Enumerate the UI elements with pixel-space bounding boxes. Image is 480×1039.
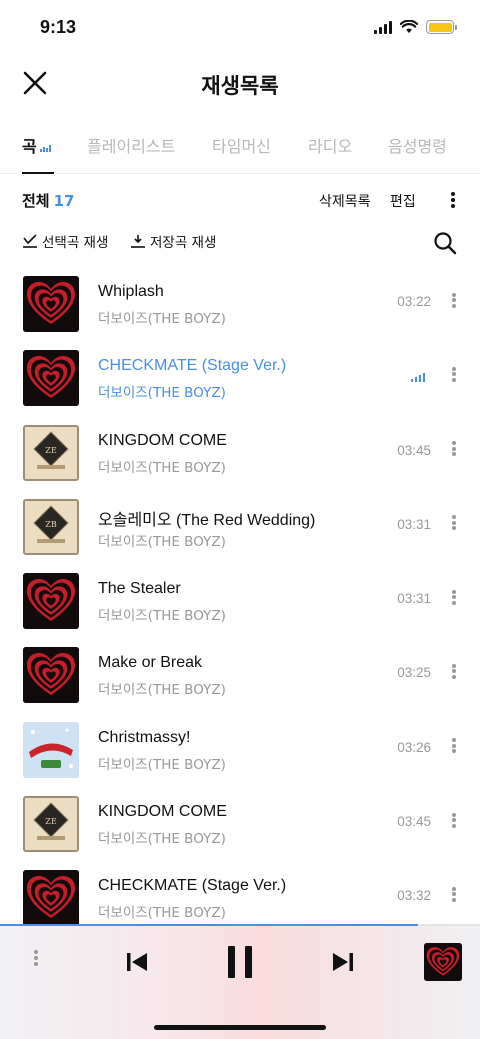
album-art	[23, 721, 79, 778]
more-options-icon[interactable]	[448, 662, 460, 686]
album-art: ZE	[23, 796, 79, 853]
song-duration: 03:45	[397, 442, 431, 458]
song-duration: 03:26	[397, 739, 431, 755]
deleted-list-button[interactable]: 삭제목록	[319, 191, 371, 211]
play-selected-label: 선택곡 재생	[42, 235, 109, 251]
song-artist: 더보이즈(THE BOYZ)	[98, 831, 226, 848]
song-row[interactable]: ZE KINGDOM COME 더보이즈(THE BOYZ) 03:45	[0, 786, 480, 860]
svg-text:ZE: ZE	[45, 446, 57, 455]
action-row: 선택곡 재생 저장곡 재생	[0, 228, 480, 258]
previous-track-icon[interactable]	[124, 949, 150, 975]
song-artist: 더보이즈(THE BOYZ)	[98, 756, 226, 773]
song-row[interactable]: Christmassy! 더보이즈(THE BOYZ) 03:26	[0, 712, 480, 786]
song-title: KINGDOM COME	[98, 803, 227, 821]
song-title: 오솔레미오 (The Red Wedding)	[98, 511, 316, 529]
tab-songs[interactable]: 곡	[22, 133, 51, 157]
now-playing-equalizer-icon	[411, 372, 425, 383]
download-play-icon	[131, 235, 145, 248]
more-options-icon[interactable]	[448, 737, 460, 761]
more-options-icon[interactable]	[448, 885, 460, 909]
album-art: ZB	[23, 498, 79, 555]
song-duration: 03:25	[397, 665, 431, 681]
total-label: 전체	[22, 192, 50, 210]
song-row[interactable]: CHECKMATE (Stage Ver.) 더보이즈(THE BOYZ)	[0, 340, 480, 414]
song-row[interactable]: ZE KINGDOM COME 더보이즈(THE BOYZ) 03:45	[0, 415, 480, 489]
more-options-icon[interactable]	[448, 440, 460, 464]
pause-icon[interactable]	[224, 942, 256, 982]
song-list: Whiplash 더보이즈(THE BOYZ) 03:22 CHECKMATE (St…	[0, 266, 480, 926]
song-duration: 03:31	[397, 591, 431, 607]
song-artist: 더보이즈(THE BOYZ)	[98, 682, 226, 699]
song-duration: 03:31	[397, 516, 431, 532]
tab-bar: 곡 플레이리스트 타임머신 라디오 음성명령	[0, 128, 480, 174]
svg-text:ZE: ZE	[45, 817, 57, 826]
search-icon[interactable]	[432, 230, 458, 256]
song-row[interactable]: Make or Break 더보이즈(THE BOYZ) 03:25	[0, 637, 480, 711]
tab-voice-command[interactable]: 음성명령	[388, 133, 447, 157]
home-indicator	[154, 1025, 326, 1030]
player-bar	[0, 926, 480, 1039]
edit-button[interactable]: 편집	[390, 191, 416, 211]
song-row[interactable]: The Stealer 더보이즈(THE BOYZ) 03:31	[0, 563, 480, 637]
next-track-icon[interactable]	[330, 949, 356, 975]
album-art: ZE	[23, 424, 79, 481]
album-art	[23, 350, 79, 407]
svg-text:ZB: ZB	[45, 520, 57, 529]
song-artist: 더보이즈(THE BOYZ)	[98, 905, 226, 922]
song-row[interactable]: ZB 오솔레미오 (The Red Wedding) 더보이즈(THE BOYZ) 0…	[0, 489, 480, 563]
equalizer-icon	[39, 144, 51, 152]
tab-label: 곡	[22, 137, 37, 156]
song-title: Whiplash	[98, 283, 164, 300]
song-artist: 더보이즈(THE BOYZ)	[98, 533, 226, 550]
battery-icon	[426, 20, 457, 34]
more-options-icon[interactable]	[448, 514, 460, 538]
song-row[interactable]: CHECKMATE (Stage Ver.) 더보이즈(THE BOYZ) 03:3…	[0, 860, 480, 926]
more-options-icon[interactable]	[448, 811, 460, 835]
drag-handle-icon[interactable]	[30, 948, 42, 978]
song-duration: 03:22	[397, 294, 431, 309]
song-title: CHECKMATE (Stage Ver.)	[98, 877, 287, 895]
total-number: 17	[53, 192, 75, 210]
album-art	[23, 870, 79, 926]
play-saved-label: 저장곡 재생	[150, 235, 217, 251]
song-title: The Stealer	[98, 580, 181, 598]
tab-indicator	[22, 172, 54, 174]
summary-row: 전체 17 삭제목록 편집	[0, 188, 480, 214]
status-bar: 9:13	[0, 0, 480, 56]
more-options-icon[interactable]	[448, 365, 460, 389]
album-art	[23, 573, 79, 630]
album-art	[23, 276, 79, 332]
song-duration: 03:45	[397, 814, 431, 830]
song-artist: 더보이즈(THE BOYZ)	[98, 385, 226, 402]
song-title: CHECKMATE (Stage Ver.)	[98, 357, 287, 375]
check-play-icon	[23, 234, 37, 248]
more-options-icon[interactable]	[446, 190, 460, 212]
tab-radio[interactable]: 라디오	[308, 133, 352, 157]
album-art	[23, 647, 79, 704]
song-artist: 더보이즈(THE BOYZ)	[98, 608, 226, 625]
tab-playlist[interactable]: 플레이리스트	[87, 133, 175, 157]
top-bar: 재생목록	[0, 56, 480, 112]
song-title: KINGDOM COME	[98, 431, 227, 449]
status-time: 9:13	[40, 17, 77, 37]
cellular-signal-icon	[374, 20, 392, 34]
tab-timemachine[interactable]: 타임머신	[212, 133, 271, 157]
song-row[interactable]: Whiplash 더보이즈(THE BOYZ) 03:22	[0, 266, 480, 340]
status-icons	[374, 20, 457, 34]
total-count: 전체 17	[22, 190, 74, 211]
play-selected-button[interactable]: 선택곡 재생	[22, 231, 108, 251]
song-duration: 03:32	[397, 888, 431, 904]
song-title: Christmassy!	[98, 728, 191, 746]
song-title: Make or Break	[98, 654, 203, 672]
more-options-icon[interactable]	[448, 588, 460, 612]
more-options-icon[interactable]	[448, 291, 460, 315]
wifi-icon	[400, 20, 418, 33]
now-playing-album-art[interactable]	[424, 943, 462, 981]
page-title: 재생목록	[201, 74, 279, 98]
song-artist: 더보이즈(THE BOYZ)	[98, 459, 226, 476]
song-artist: 더보이즈(THE BOYZ)	[98, 311, 226, 327]
play-saved-button[interactable]: 저장곡 재생	[130, 231, 216, 251]
